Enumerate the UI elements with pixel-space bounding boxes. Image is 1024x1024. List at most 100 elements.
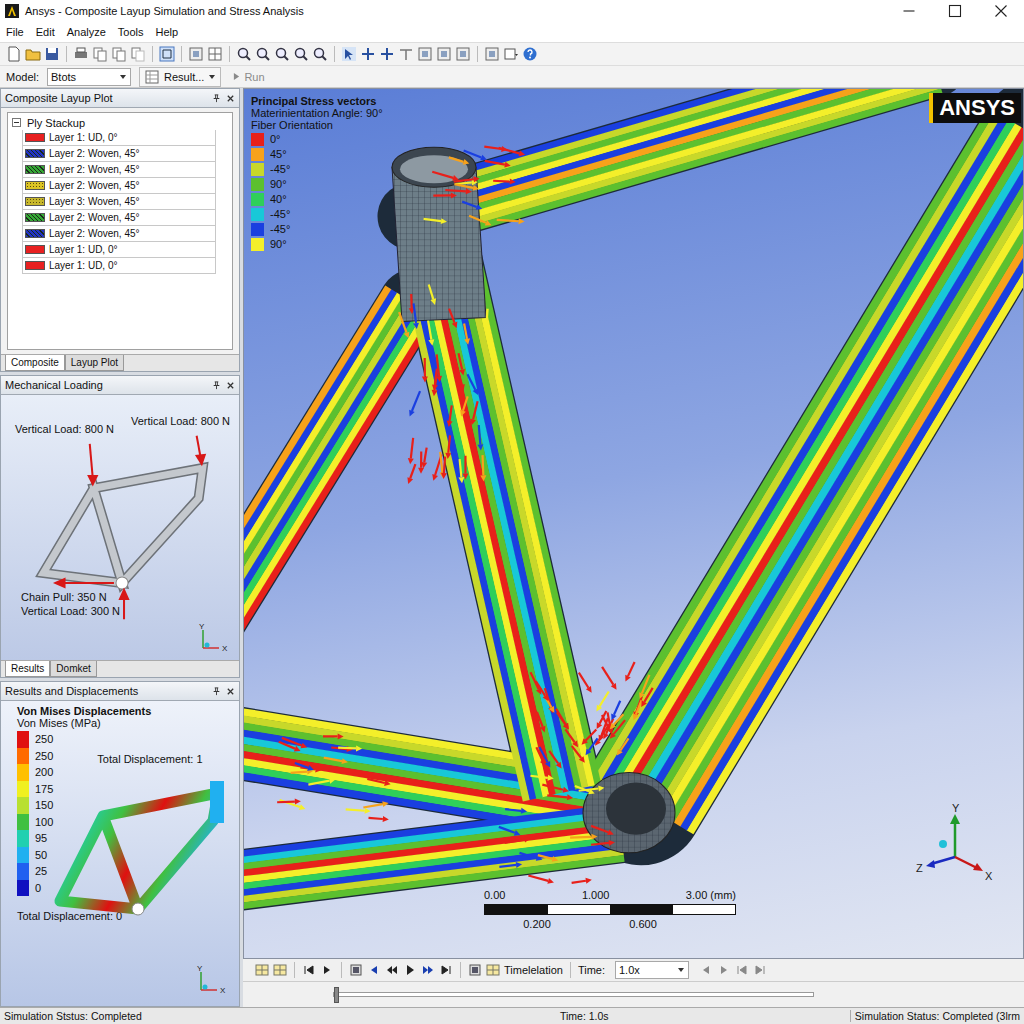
close-icon[interactable] [226,687,235,696]
legend-swatch [17,731,29,748]
menu-item[interactable]: Analyze [67,26,106,38]
speed-select[interactable]: 1.0x [615,961,689,979]
close-icon[interactable] [978,0,1024,22]
tool-box-icon[interactable] [455,46,471,62]
status-text: Simulation Status: Completed (3lrm [850,1010,1024,1022]
tool-paste-icon[interactable] [111,46,127,62]
scale-label: 3.00 (mm) [686,889,736,901]
tool-print-icon[interactable] [73,46,89,62]
nav-grid-icon[interactable] [486,963,500,977]
ply-layer-row[interactable]: Layer 2: Woven, 45° [22,162,216,178]
menu-item[interactable]: Help [156,26,179,38]
nav-last-icon[interactable] [753,963,767,977]
tool-doc-icon[interactable] [6,46,22,62]
toolbar [0,42,1024,66]
tool-box-icon[interactable] [417,46,433,62]
tool-box-icon[interactable] [188,46,204,62]
tool-dim-icon[interactable] [130,46,146,62]
tool-zoom-icon[interactable] [312,46,328,62]
load-label: Vertical Load: 300 N [21,605,120,617]
tool-zoom-icon[interactable] [236,46,252,62]
tool-help-icon[interactable] [522,46,538,62]
tool-copy-icon[interactable] [92,46,108,62]
ply-layer-row[interactable]: Layer 2: Woven, 45° [22,146,216,162]
tool-plus-icon[interactable] [379,46,395,62]
menu-item[interactable]: File [6,26,24,38]
ply-swatch [25,213,45,222]
menu-bar: File Edit Analyze Tools Help [0,22,1024,42]
nav-fwd-icon[interactable] [421,963,435,977]
model-select[interactable]: Btots [47,68,131,86]
timeline-slider[interactable] [333,992,814,997]
ansys-window: Ansys - Composite Layup Simulation and S… [0,0,1024,1024]
result-dropdown[interactable]: Result... [139,67,221,87]
nav-grid-icon[interactable] [255,963,269,977]
nav-play-icon[interactable] [717,963,731,977]
panel-tab[interactable]: Domket [50,661,96,677]
panel-tabs: CompositeLayup Plot [1,354,239,371]
tool-select-icon[interactable] [159,46,175,62]
close-icon[interactable] [226,381,235,390]
3d-viewport[interactable]: Principal Stress vectorsMaterinientation… [243,88,1024,959]
pin-icon[interactable] [212,687,221,696]
tool-grid-icon[interactable] [207,46,223,62]
tool-save-icon[interactable] [44,46,60,62]
tool-box-icon[interactable] [436,46,452,62]
nav-play-icon[interactable] [403,963,417,977]
maximize-icon[interactable] [932,0,978,22]
timeline-slider-row [243,982,1024,1007]
ply-layer-row[interactable]: Layer 1: UD, 0° [22,258,216,274]
nav-box-icon[interactable] [349,963,363,977]
tool-zoom-icon[interactable] [255,46,271,62]
tool-zoom-icon[interactable] [274,46,290,62]
tool-arrow-icon[interactable] [341,46,357,62]
collapse-icon[interactable] [12,118,21,127]
view-title: Principal Stress vectors [251,95,383,107]
nav-prev-icon[interactable] [699,963,713,977]
tree-root[interactable]: Ply Stackup [12,115,216,130]
run-button[interactable]: Run [229,71,268,83]
nav-box-icon[interactable] [468,963,482,977]
legend-entry: 200 [17,764,53,781]
legend-entry: 45° [251,147,383,161]
svg-text:X: X [985,870,993,882]
model-label: Model: [6,71,39,83]
tool-zoom-icon[interactable] [293,46,309,62]
ply-layer-row[interactable]: Layer 1: UD, 0° [22,130,216,146]
nav-rew-icon[interactable] [385,963,399,977]
ply-layer-row[interactable]: Layer 3: Woven, 45° [22,194,216,210]
legend-swatch [17,764,29,781]
ply-layer-row[interactable]: Layer 2: Woven, 45° [22,226,216,242]
legend-swatch [17,880,29,897]
legend-swatch [251,163,264,176]
panel-tab[interactable]: Results [5,661,50,677]
ply-layer-row[interactable]: Layer 2: Woven, 45° [22,210,216,226]
menu-item[interactable]: Edit [36,26,55,38]
pin-icon[interactable] [212,94,221,103]
layup-panel: Composite Layup PlotPly StackupLayer 1: … [0,88,240,372]
ply-layer-row[interactable]: Layer 1: UD, 0° [22,242,216,258]
close-icon[interactable] [226,94,235,103]
nav-grid-icon[interactable] [273,963,287,977]
menu-item[interactable]: Tools [118,26,144,38]
minimize-icon[interactable] [886,0,932,22]
nav-first-icon[interactable] [735,963,749,977]
bike-frame-model[interactable] [244,89,1023,958]
tool-drop-icon[interactable] [503,46,519,62]
pin-icon[interactable] [212,381,221,390]
tool-folder-icon[interactable] [25,46,41,62]
ply-layer-row[interactable]: Layer 2: Woven, 45° [22,178,216,194]
nav-next-icon[interactable] [320,963,334,977]
svg-text:X: X [220,986,226,995]
workspace: Composite Layup PlotPly StackupLayer 1: … [0,88,1024,1007]
panel-tab[interactable]: Composite [5,355,65,371]
slider-thumb[interactable] [334,987,339,1003]
panel-tab[interactable]: Layup Plot [65,355,124,371]
legend-entry: 250 [17,748,53,765]
tool-tee-icon[interactable] [398,46,414,62]
nav-last-icon[interactable] [439,963,453,977]
tool-plus-icon[interactable] [360,46,376,62]
nav-first-icon[interactable] [302,963,316,977]
tool-box-icon[interactable] [484,46,500,62]
nav-prev-icon[interactable] [367,963,381,977]
